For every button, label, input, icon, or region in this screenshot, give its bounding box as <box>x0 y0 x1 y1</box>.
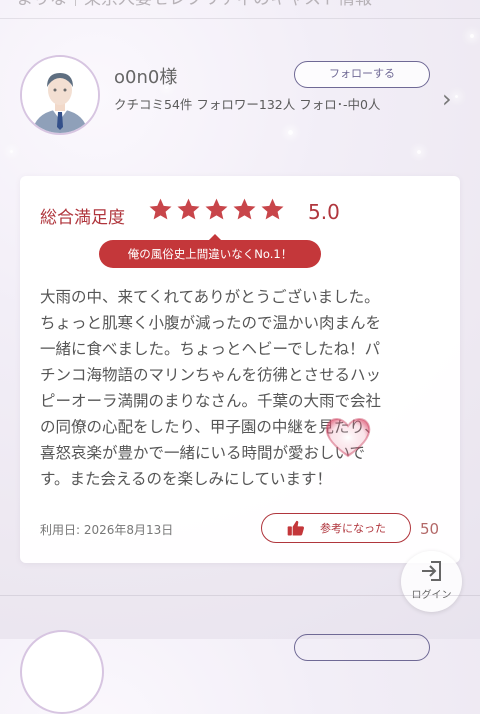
reviewer-name[interactable]: o0n0様 <box>114 63 177 89</box>
login-label: ログイン <box>411 590 452 601</box>
avatar[interactable] <box>20 55 100 135</box>
review-headline-badge: 俺の風俗史上間違いなくNo.1！ <box>99 234 321 268</box>
login-button[interactable]: ログイン <box>401 551 462 612</box>
star-icon <box>205 198 228 220</box>
helpful-button-label: 参考になった <box>320 522 386 535</box>
businessman-avatar-icon <box>22 57 98 133</box>
helpful-count: 50 <box>420 520 440 538</box>
chevron-right-icon[interactable]: › <box>442 85 452 113</box>
page-title: まりな｜東京人妻セレブリティのキャスト情報 <box>16 0 476 9</box>
star-rating <box>148 197 285 222</box>
next-reviewer-avatar[interactable] <box>20 630 104 714</box>
star-icon <box>233 198 256 220</box>
star-icon <box>177 198 200 220</box>
follow-button[interactable]: フォローする <box>294 61 430 88</box>
section-divider <box>0 595 480 596</box>
header-divider <box>0 18 480 19</box>
helpful-button[interactable]: 参考になった <box>261 513 411 543</box>
review-body: 大雨の中、来てくれてありがとうございました。 ちょっと肌寒く小腹が減ったので温か… <box>40 288 382 488</box>
usage-date: 利用日: 2026年8月13日 <box>40 523 174 537</box>
login-icon <box>422 561 441 581</box>
rating-score: 5.0 <box>308 200 340 224</box>
review-card: 総合満足度 5.0 俺の風俗史上間違いなくNo.1！ 大雨の中、来てくれてありが… <box>20 176 460 563</box>
star-icon <box>149 198 172 220</box>
thumbs-up-icon <box>286 518 306 538</box>
satisfaction-label: 総合満足度 <box>40 208 125 228</box>
reviewer-profile[interactable]: o0n0様 フォローする クチコミ54件 フォロワー132人 フォロ･-中0人 … <box>20 55 460 145</box>
star-icon <box>261 198 284 220</box>
reviewer-stats: クチコミ54件 フォロワー132人 フォロ･-中0人 <box>114 97 381 112</box>
next-follow-button[interactable] <box>294 634 430 661</box>
